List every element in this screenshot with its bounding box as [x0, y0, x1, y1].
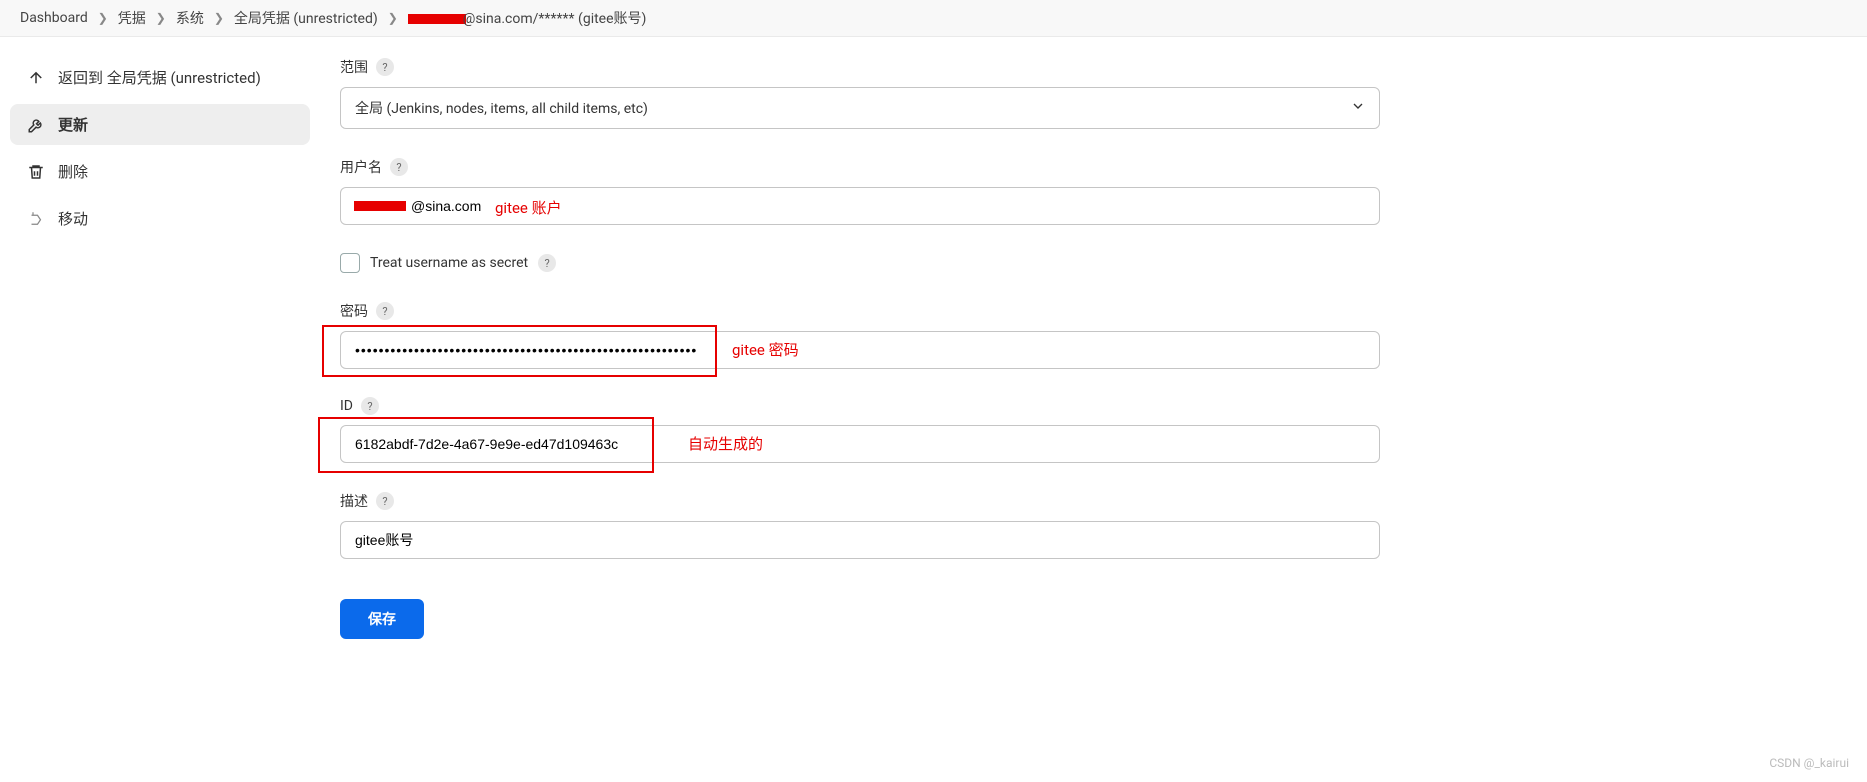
sidebar-item-label: 返回到 全局凭据 (unrestricted)	[58, 67, 261, 88]
help-icon[interactable]: ?	[376, 302, 394, 320]
chevron-right-icon: ❯	[98, 11, 108, 25]
username-label: 用户名	[340, 157, 382, 177]
sidebar-item-move[interactable]: 移动	[10, 198, 310, 239]
sidebar-item-delete[interactable]: 删除	[10, 151, 310, 192]
save-button[interactable]: 保存	[340, 599, 424, 639]
move-icon	[26, 209, 46, 229]
arrow-up-icon	[26, 68, 46, 88]
sidebar: 返回到 全局凭据 (unrestricted) 更新 删除 移动	[0, 37, 320, 707]
crumb-global[interactable]: 全局凭据 (unrestricted)	[234, 8, 378, 28]
scope-select[interactable]: 全局 (Jenkins, nodes, items, all child ite…	[340, 87, 1380, 129]
id-label: ID	[340, 398, 353, 414]
crumb-system[interactable]: 系统	[176, 8, 204, 28]
id-input[interactable]	[340, 425, 1380, 463]
sidebar-item-label: 删除	[58, 161, 88, 182]
crumb-credentials[interactable]: 凭据	[118, 8, 146, 28]
main-form: 范围 ? 全局 (Jenkins, nodes, items, all chil…	[320, 37, 1420, 707]
trash-icon	[26, 162, 46, 182]
password-input[interactable]	[340, 331, 1380, 369]
redacted-text	[354, 201, 406, 211]
help-icon[interactable]: ?	[361, 397, 379, 415]
wrench-icon	[26, 115, 46, 135]
crumb-dashboard[interactable]: Dashboard	[20, 10, 88, 26]
treat-secret-checkbox[interactable]	[340, 253, 360, 273]
sidebar-item-back[interactable]: 返回到 全局凭据 (unrestricted)	[10, 57, 310, 98]
desc-input[interactable]	[340, 521, 1380, 559]
chevron-right-icon: ❯	[156, 11, 166, 25]
sidebar-item-update[interactable]: 更新	[10, 104, 310, 145]
desc-label: 描述	[340, 491, 368, 511]
help-icon[interactable]: ?	[376, 492, 394, 510]
password-label: 密码	[340, 301, 368, 321]
redacted-text	[408, 14, 466, 24]
sidebar-item-label: 更新	[58, 114, 88, 135]
chevron-right-icon: ❯	[214, 11, 224, 25]
help-icon[interactable]: ?	[538, 254, 556, 272]
watermark: CSDN @_kairui	[1769, 756, 1849, 770]
help-icon[interactable]: ?	[376, 58, 394, 76]
breadcrumb: Dashboard ❯ 凭据 ❯ 系统 ❯ 全局凭据 (unrestricted…	[0, 0, 1867, 37]
crumb-current: @sina.com/****** (gitee账号)	[408, 8, 647, 28]
username-input[interactable]	[340, 187, 1380, 225]
help-icon[interactable]: ?	[390, 158, 408, 176]
scope-label: 范围	[340, 57, 368, 77]
chevron-right-icon: ❯	[388, 11, 398, 25]
treat-secret-label: Treat username as secret	[370, 255, 528, 271]
sidebar-item-label: 移动	[58, 208, 88, 229]
